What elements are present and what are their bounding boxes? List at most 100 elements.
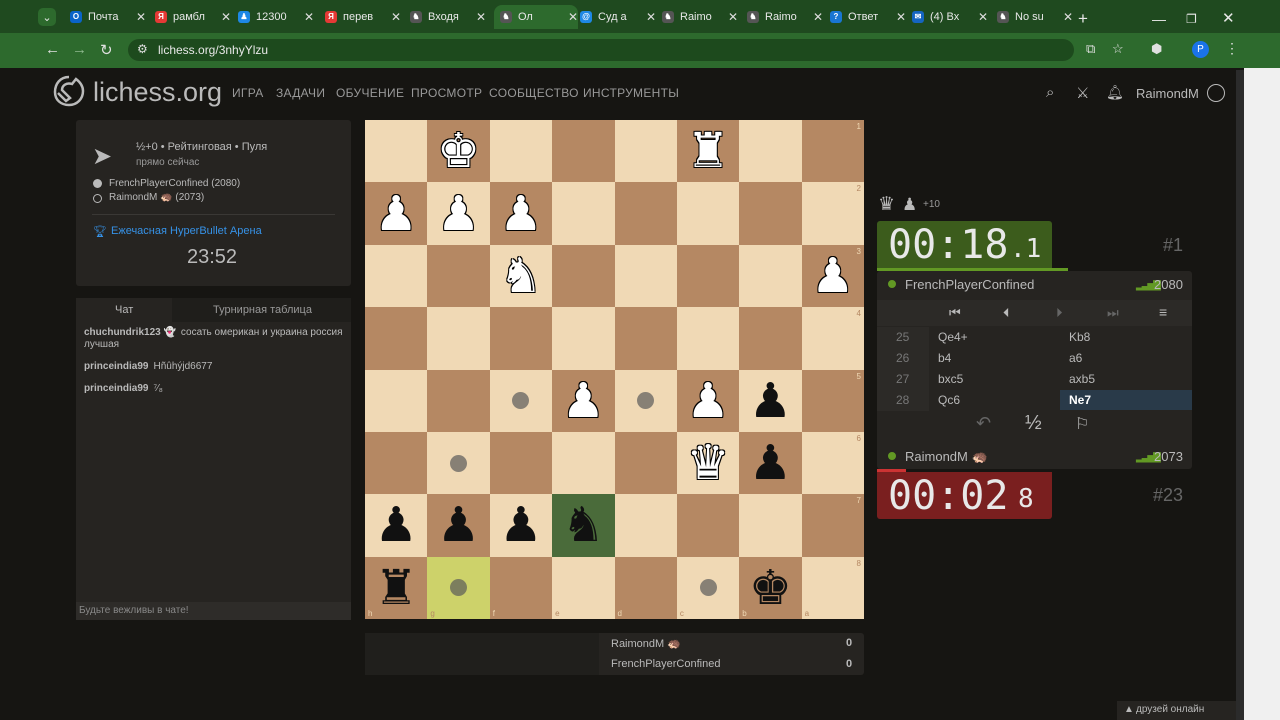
board-square[interactable]: ♟ xyxy=(739,431,802,495)
move-hint-dot[interactable] xyxy=(699,579,717,597)
nav-item[interactable]: ПРОСМОТР xyxy=(411,86,482,100)
board-square[interactable]: ♟ xyxy=(739,369,802,432)
board-square[interactable]: 3 ♟ xyxy=(801,244,864,308)
board-square[interactable] xyxy=(365,369,428,432)
browser-tab[interactable]: @ Суд а ✕ xyxy=(580,5,656,29)
white-piece-icon[interactable]: ♟ xyxy=(375,190,418,238)
white-piece-icon[interactable]: ♛ xyxy=(687,439,730,487)
browser-tab[interactable]: ? Ответ ✕ xyxy=(830,5,906,29)
board-square[interactable]: 2 xyxy=(801,182,864,245)
board-square[interactable] xyxy=(676,244,740,308)
move-hint-dot[interactable] xyxy=(450,579,468,597)
black-piece-icon[interactable]: ♟ xyxy=(749,439,792,487)
board-square[interactable]: ♟ xyxy=(365,182,428,245)
minimize-icon[interactable]: — xyxy=(1152,7,1166,31)
board-square[interactable] xyxy=(427,244,490,308)
board-square[interactable] xyxy=(489,307,553,370)
browser-tab[interactable]: ♞ Raimo ✕ xyxy=(747,5,823,29)
board-square[interactable] xyxy=(739,120,802,183)
menu-kebab-icon[interactable]: ⋮ xyxy=(1225,40,1239,57)
black-piece-icon[interactable]: ♚ xyxy=(749,564,792,612)
board-square[interactable] xyxy=(676,182,740,245)
bottom-player-name[interactable]: RaimondM 🦔 xyxy=(905,449,988,465)
board-square[interactable]: h ♜ xyxy=(365,556,428,619)
tab-close-icon[interactable]: ✕ xyxy=(896,10,906,24)
notifications-bell-icon[interactable]: 🔔︎ xyxy=(1106,84,1124,101)
board-square[interactable] xyxy=(614,494,677,557)
board-square[interactable] xyxy=(739,307,802,370)
board-square[interactable] xyxy=(552,431,615,495)
white-move[interactable]: b4 xyxy=(938,351,951,365)
white-piece-icon[interactable]: ♞ xyxy=(499,252,542,300)
reload-icon[interactable]: ↻ xyxy=(100,41,113,59)
tab-list-button[interactable]: ⌄ xyxy=(38,8,56,26)
board-square[interactable]: ♜ xyxy=(676,120,740,183)
browser-tab[interactable]: O Почта ✕ xyxy=(70,5,146,29)
board-square[interactable] xyxy=(676,307,740,370)
tools-swords-icon[interactable]: ⚔ xyxy=(1076,84,1089,102)
white-player-link[interactable]: FrenchPlayerConfined (2080) xyxy=(109,178,240,189)
board-square[interactable]: ♟ xyxy=(365,494,428,557)
chat-username[interactable]: princeindia99 xyxy=(84,383,148,394)
board-square[interactable] xyxy=(427,369,490,432)
tab-close-icon[interactable]: ✕ xyxy=(568,10,578,24)
last-move-icon[interactable]: ⏭ xyxy=(1107,305,1119,321)
black-piece-icon[interactable]: ♞ xyxy=(562,501,605,549)
tab-close-icon[interactable]: ✕ xyxy=(304,10,314,24)
board-square[interactable]: ♞ xyxy=(489,244,553,308)
board-square[interactable] xyxy=(739,182,802,245)
board-square[interactable]: ♞ xyxy=(552,494,615,557)
back-icon[interactable]: ← xyxy=(45,41,60,58)
browser-tab[interactable]: ✉ (4) Вх ✕ xyxy=(912,5,988,29)
maximize-icon[interactable]: ❐ xyxy=(1186,7,1197,31)
close-window-icon[interactable]: ✕ xyxy=(1222,6,1235,30)
browser-tab[interactable]: Ярамбл ✕ xyxy=(155,5,231,29)
bookmark-star-icon[interactable]: ☆ xyxy=(1112,41,1124,57)
next-move-icon[interactable]: ⏵ xyxy=(1056,305,1063,321)
install-app-icon[interactable]: ⧉ xyxy=(1086,41,1095,57)
tab-close-icon[interactable]: ✕ xyxy=(221,10,231,24)
browser-tab[interactable]: ♞ No su ✕ xyxy=(997,5,1073,29)
board-square[interactable] xyxy=(614,244,677,308)
black-piece-icon[interactable]: ♟ xyxy=(437,501,480,549)
board-square[interactable] xyxy=(614,369,677,432)
board-square[interactable]: ♟ xyxy=(427,182,490,245)
chat-username[interactable]: chuchundrik123 👻 xyxy=(84,327,176,338)
tab-close-icon[interactable]: ✕ xyxy=(476,10,486,24)
board-square[interactable] xyxy=(739,494,802,557)
tab-close-icon[interactable]: ✕ xyxy=(646,10,656,24)
board-square[interactable] xyxy=(427,431,490,495)
board-square[interactable]: ♟ xyxy=(427,494,490,557)
board-square[interactable] xyxy=(552,307,615,370)
tab-close-icon[interactable]: ✕ xyxy=(978,10,988,24)
board-square[interactable] xyxy=(614,307,677,370)
nav-item[interactable]: ЗАДАЧИ xyxy=(276,86,325,100)
tab-close-icon[interactable]: ✕ xyxy=(813,10,823,24)
black-move[interactable]: Ne7 xyxy=(1069,393,1091,407)
lichess-logo-icon[interactable] xyxy=(52,74,86,108)
black-piece-icon[interactable]: ♟ xyxy=(749,377,792,425)
black-piece-icon[interactable]: ♟ xyxy=(375,501,418,549)
white-move[interactable]: Qc6 xyxy=(938,393,960,407)
board-square[interactable] xyxy=(365,120,428,183)
profile-avatar[interactable]: P xyxy=(1192,41,1209,58)
browser-tab[interactable]: Яперев ✕ xyxy=(325,5,401,29)
board-square[interactable] xyxy=(365,307,428,370)
move-hint-dot[interactable] xyxy=(450,454,468,472)
board-square[interactable] xyxy=(365,431,428,495)
forward-icon[interactable]: → xyxy=(72,41,87,58)
tab-close-icon[interactable]: ✕ xyxy=(728,10,738,24)
white-piece-icon[interactable]: ♟ xyxy=(437,190,480,238)
move-hint-dot[interactable] xyxy=(637,392,655,410)
first-move-icon[interactable]: ⏮ xyxy=(949,305,961,321)
board-square[interactable]: ♛ xyxy=(676,431,740,495)
black-piece-icon[interactable]: ♜ xyxy=(375,564,418,612)
white-piece-icon[interactable]: ♟ xyxy=(499,190,542,238)
nav-item[interactable]: СООБЩЕСТВО xyxy=(489,86,579,100)
search-icon[interactable]: ⌕ xyxy=(1046,84,1054,101)
board-square[interactable] xyxy=(614,182,677,245)
black-move[interactable]: axb5 xyxy=(1069,372,1095,386)
board-square[interactable] xyxy=(552,182,615,245)
scrollbar[interactable] xyxy=(1236,70,1244,720)
browser-tab[interactable]: ♟ 12300 ✕ xyxy=(238,5,314,29)
